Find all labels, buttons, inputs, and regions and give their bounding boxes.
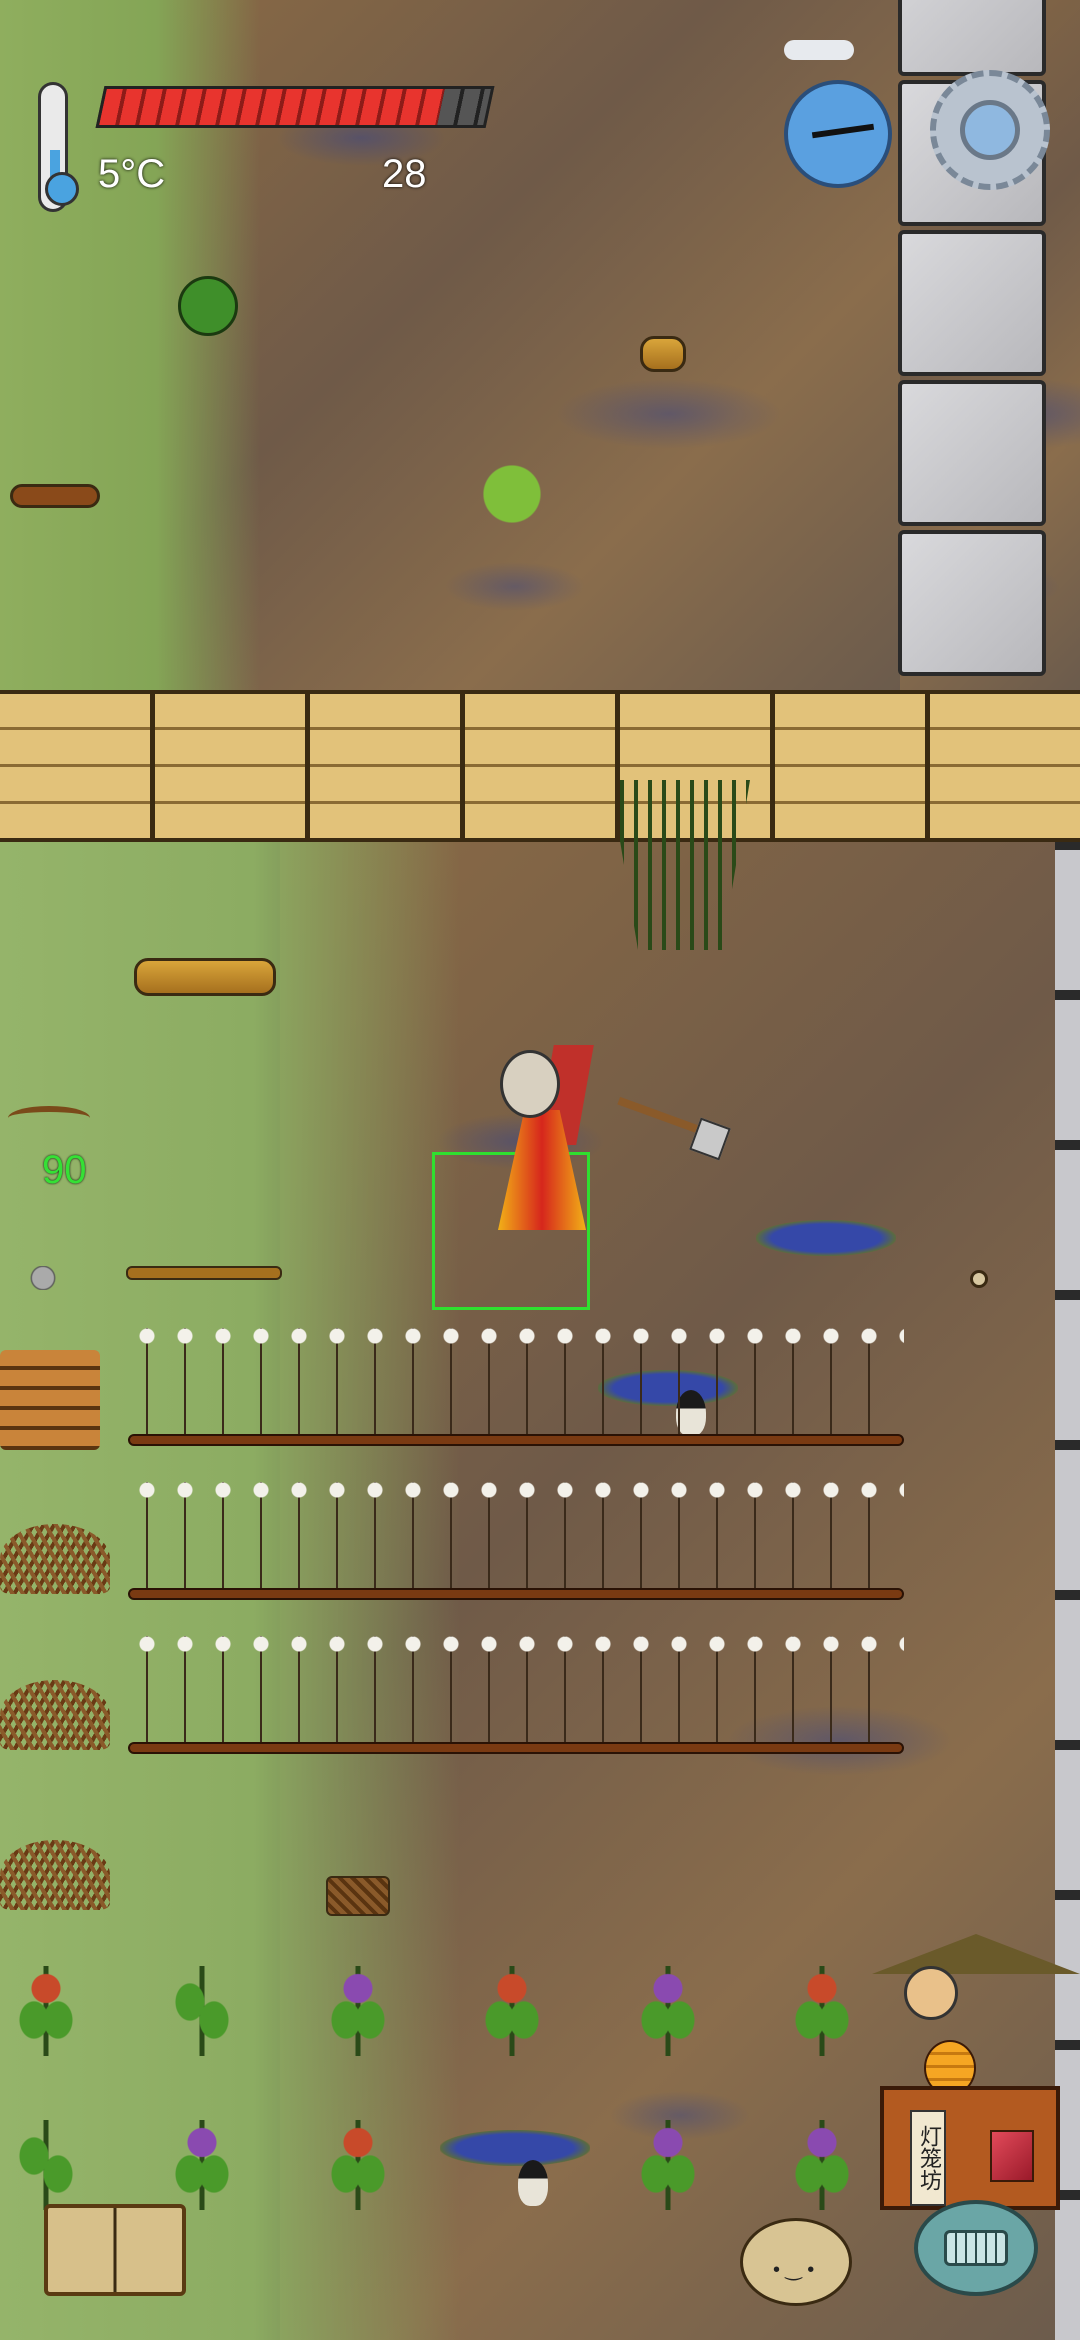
stone-tile <box>898 380 1046 526</box>
round-stones[interactable] <box>20 1266 66 1290</box>
bow-count: 90 <box>42 1148 87 1192</box>
wood-block[interactable] <box>640 336 686 372</box>
cotton-row[interactable] <box>128 1634 904 1754</box>
flower-plant[interactable] <box>638 2120 698 2210</box>
bow-icon[interactable] <box>8 1106 90 1130</box>
flower-plant[interactable] <box>16 1966 76 2056</box>
temperature-readout: 5°C <box>98 152 166 196</box>
shop-sign: 灯笼坊 <box>910 2110 946 2206</box>
flower-plant[interactable] <box>328 2120 388 2210</box>
stone-tile <box>898 230 1046 376</box>
flower-plant[interactable] <box>172 1966 232 2056</box>
kindling-pile[interactable] <box>0 1680 110 1750</box>
stone-tile <box>898 0 1046 76</box>
food-counter: 28 <box>382 152 427 196</box>
cotton-row[interactable] <box>128 1326 904 1446</box>
chat-button[interactable] <box>944 2230 1008 2266</box>
flower-plant[interactable] <box>638 1966 698 2056</box>
cotton-plants[interactable] <box>128 1328 904 1436</box>
flower-plant[interactable] <box>792 2120 852 2210</box>
reed-basket[interactable] <box>326 1876 390 1916</box>
flower-plant[interactable] <box>482 1966 542 2056</box>
cloud <box>784 40 854 60</box>
seed[interactable] <box>970 1270 988 1288</box>
stone-tile <box>898 530 1046 676</box>
cotton-plants[interactable] <box>128 1636 904 1744</box>
book-icon[interactable] <box>44 2204 186 2296</box>
tilled-soil <box>128 1588 904 1600</box>
pond[interactable] <box>440 2130 590 2166</box>
canada-goose[interactable] <box>518 2160 548 2206</box>
pond[interactable] <box>756 1220 896 1256</box>
player-head[interactable] <box>500 1050 560 1118</box>
butt-log[interactable] <box>134 958 276 996</box>
brick-wall <box>0 690 1080 842</box>
kindling-pile[interactable] <box>0 1840 110 1910</box>
health-bar-fill <box>99 89 445 125</box>
cotton-plants[interactable] <box>128 1482 904 1590</box>
settings-button[interactable] <box>960 100 1020 160</box>
potato-face: • ‿ • <box>773 2259 815 2281</box>
tilled-soil <box>128 1434 904 1446</box>
kindling-pile[interactable] <box>0 1524 110 1594</box>
thermometer-bulb <box>45 172 79 206</box>
milkweed-plant[interactable] <box>468 440 556 530</box>
tilled-soil <box>128 1742 904 1754</box>
potato-face-icon[interactable]: • ‿ • <box>740 2218 852 2306</box>
berry-bush[interactable] <box>178 276 238 336</box>
flower-plant[interactable] <box>792 1966 852 2056</box>
cotton-row[interactable] <box>128 1480 904 1600</box>
long-stick[interactable] <box>126 1266 282 1280</box>
flower-plant[interactable] <box>16 2120 76 2210</box>
soil-pile[interactable] <box>10 484 100 508</box>
health-bar-empty <box>437 89 491 125</box>
health-bar <box>95 86 495 128</box>
gift-box-icon[interactable] <box>990 2130 1034 2182</box>
flower-plant[interactable] <box>172 2120 232 2210</box>
flower-plant[interactable] <box>328 1966 388 2056</box>
shopkeeper[interactable] <box>904 1966 958 2020</box>
firewood-pile[interactable] <box>0 1350 100 1450</box>
